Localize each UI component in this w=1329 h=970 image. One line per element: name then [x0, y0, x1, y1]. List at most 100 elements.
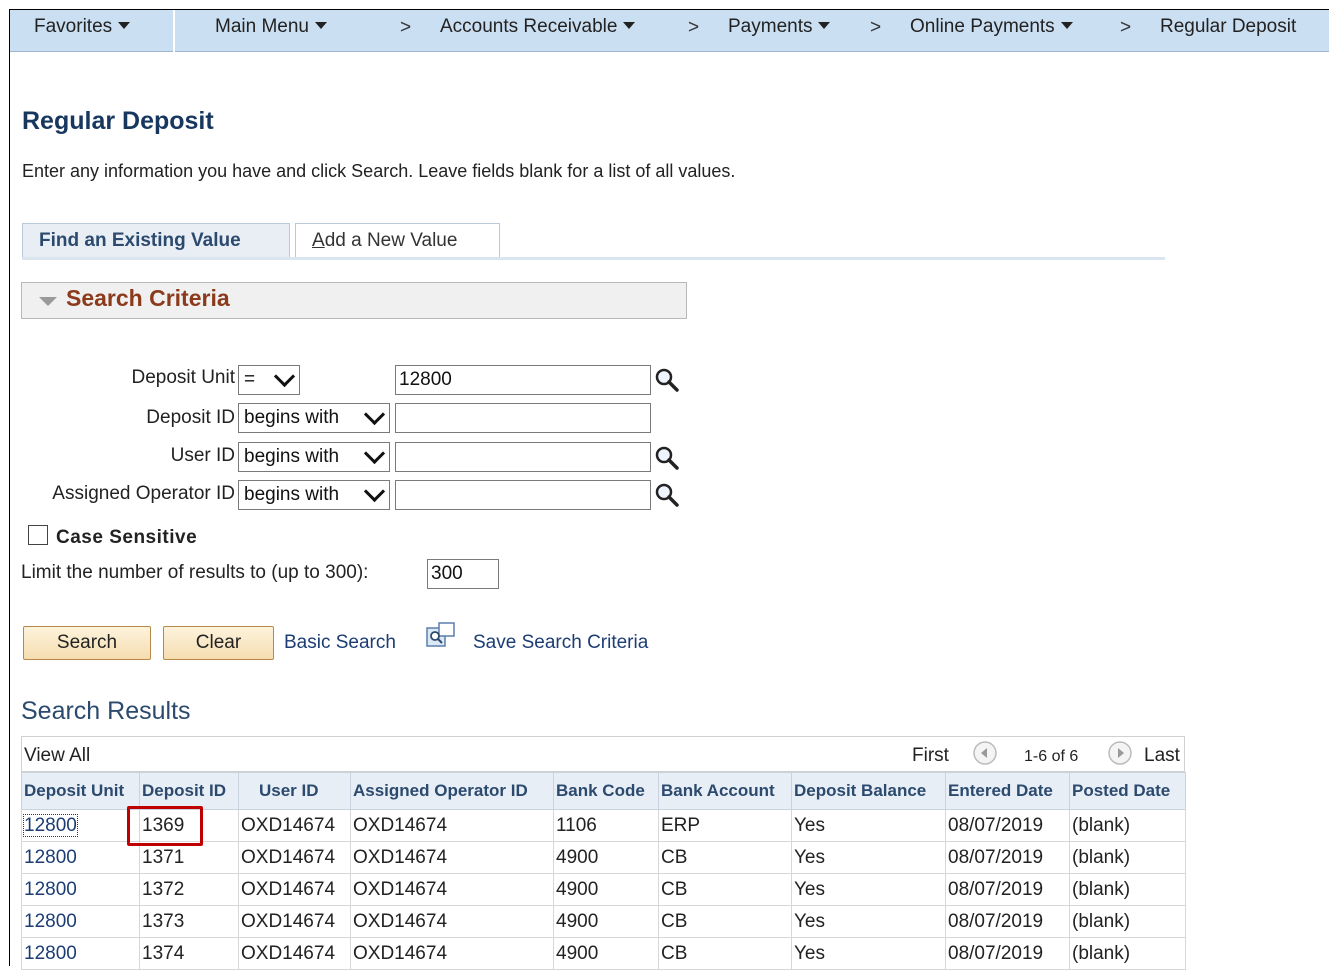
table-row[interactable]: 12800 1371 OXD14674 OXD14674 4900 CB Yes 08/07/…	[21, 841, 1186, 874]
nav-favorites[interactable]: Favorites	[34, 16, 131, 38]
focused-deposit-unit-link[interactable]: 12800	[23, 813, 78, 837]
table-row[interactable]: 12800 1372 OXD14674 OXD14674 4900 CB Yes 08/07/…	[21, 873, 1186, 906]
chevron-down-icon	[363, 442, 386, 465]
table-cell[interactable]: OXD14674	[238, 873, 351, 906]
table-cell[interactable]: 12800	[21, 873, 140, 906]
table-cell[interactable]: Yes	[791, 873, 946, 906]
table-cell[interactable]: OXD14674	[350, 841, 554, 874]
column-header[interactable]: Posted Date	[1069, 772, 1186, 810]
table-cell[interactable]: 4900	[553, 841, 659, 874]
table-cell[interactable]: 12800	[21, 809, 140, 842]
breadcrumb-separator: >	[400, 17, 412, 38]
table-cell[interactable]: (blank)	[1069, 937, 1186, 970]
table-cell[interactable]: 1374	[139, 937, 239, 970]
chevron-down-icon	[1060, 22, 1073, 29]
view-all-link[interactable]: View All	[24, 745, 90, 767]
table-cell[interactable]: 12800	[21, 937, 140, 970]
chevron-down-icon	[363, 480, 386, 503]
nav-regular-deposit[interactable]: Regular Deposit	[1160, 16, 1296, 38]
chevron-down-icon	[315, 22, 327, 29]
column-header[interactable]: Bank Code	[553, 772, 659, 810]
tab-add-new-value[interactable]: Add a New Value	[295, 223, 500, 258]
table-cell[interactable]: (blank)	[1069, 841, 1186, 874]
table-cell[interactable]: 1373	[139, 905, 239, 938]
case-sensitive-checkbox[interactable]	[28, 525, 48, 545]
table-cell[interactable]: CB	[658, 905, 792, 938]
table-cell[interactable]: CB	[658, 841, 792, 874]
table-cell[interactable]: 12800	[21, 905, 140, 938]
table-cell[interactable]: (blank)	[1069, 873, 1186, 906]
search-button[interactable]: Search	[23, 626, 151, 660]
table-cell[interactable]: OXD14674	[238, 937, 351, 970]
table-cell[interactable]: Yes	[791, 905, 946, 938]
table-cell[interactable]: 08/07/2019	[945, 937, 1070, 970]
column-header[interactable]: User ID	[238, 772, 351, 810]
deposit-unit-input[interactable]: 12800	[395, 365, 651, 395]
table-cell[interactable]: 4900	[553, 937, 659, 970]
table-cell[interactable]: OXD14674	[238, 809, 351, 842]
table-cell[interactable]: 08/07/2019	[945, 841, 1070, 874]
table-cell[interactable]: ERP	[658, 809, 792, 842]
column-header[interactable]: Assigned Operator ID	[350, 772, 554, 810]
table-cell[interactable]: 1369	[139, 809, 239, 842]
deposit-id-operator-select[interactable]: begins with	[238, 403, 390, 433]
deposit-id-label: Deposit ID	[146, 407, 235, 428]
table-cell[interactable]: 4900	[553, 905, 659, 938]
save-search-criteria-link[interactable]: Save Search Criteria	[473, 632, 648, 654]
lookup-search-icon[interactable]	[654, 367, 680, 393]
table-cell[interactable]: Yes	[791, 809, 946, 842]
column-header[interactable]: Deposit ID	[139, 772, 239, 810]
lookup-search-icon[interactable]	[654, 482, 680, 508]
column-header[interactable]: Entered Date	[945, 772, 1070, 810]
table-row[interactable]: 12800 1369 OXD14674 OXD14674 1106 ERP Yes 08/07…	[21, 809, 1186, 842]
table-cell[interactable]: OXD14674	[350, 905, 554, 938]
table-row[interactable]: 12800 1373 OXD14674 OXD14674 4900 CB Yes 08/07/…	[21, 905, 1186, 938]
next-arrow-icon[interactable]	[1107, 740, 1133, 766]
table-cell[interactable]: OXD14674	[238, 905, 351, 938]
table-cell[interactable]: OXD14674	[238, 841, 351, 874]
nav-accounts-receivable[interactable]: Accounts Receivable	[440, 16, 636, 38]
instructions-text: Enter any information you have and click…	[22, 161, 736, 181]
nav-divider	[173, 10, 175, 52]
save-search-icon[interactable]	[426, 622, 456, 650]
table-cell[interactable]: 08/07/2019	[945, 873, 1070, 906]
assigned-operator-operator-select[interactable]: begins with	[238, 480, 390, 510]
table-cell[interactable]: Yes	[791, 841, 946, 874]
assigned-operator-id-input[interactable]	[395, 480, 651, 510]
tab-find-existing-value[interactable]: Find an Existing Value	[22, 223, 290, 258]
column-header[interactable]: Deposit Unit	[21, 772, 140, 810]
table-row[interactable]: 12800 1374 OXD14674 OXD14674 4900 CB Yes 08/07/…	[21, 937, 1186, 970]
table-cell[interactable]: OXD14674	[350, 937, 554, 970]
nav-main-menu[interactable]: Main Menu	[215, 16, 327, 38]
table-cell[interactable]: 12800	[21, 841, 140, 874]
user-id-input[interactable]	[395, 442, 651, 472]
nav-payments[interactable]: Payments	[728, 16, 831, 38]
deposit-id-input[interactable]	[395, 403, 651, 433]
column-header[interactable]: Bank Account	[658, 772, 792, 810]
basic-search-link[interactable]: Basic Search	[284, 632, 396, 654]
table-cell[interactable]: 1372	[139, 873, 239, 906]
column-header[interactable]: Deposit Balance	[791, 772, 946, 810]
table-cell[interactable]: 1371	[139, 841, 239, 874]
clear-button[interactable]: Clear	[163, 626, 274, 660]
table-cell[interactable]: OXD14674	[350, 809, 554, 842]
user-id-operator-select[interactable]: begins with	[238, 442, 390, 472]
lookup-search-icon[interactable]	[654, 445, 680, 471]
breadcrumb-separator: >	[1120, 17, 1132, 38]
table-cell[interactable]: CB	[658, 873, 792, 906]
nav-online-payments[interactable]: Online Payments	[910, 16, 1073, 38]
deposit-unit-operator-select[interactable]: =	[238, 365, 300, 395]
table-cell[interactable]: OXD14674	[350, 873, 554, 906]
table-cell[interactable]: 08/07/2019	[945, 809, 1070, 842]
table-cell[interactable]: 4900	[553, 873, 659, 906]
table-cell[interactable]: (blank)	[1069, 905, 1186, 938]
table-cell[interactable]: 1106	[553, 809, 659, 842]
assigned-operator-id-label: Assigned Operator ID	[52, 483, 235, 504]
table-cell[interactable]: (blank)	[1069, 809, 1186, 842]
search-criteria-header[interactable]: Search Criteria	[21, 282, 687, 319]
limit-results-input[interactable]: 300	[427, 559, 499, 589]
previous-arrow-icon[interactable]	[972, 740, 998, 766]
table-cell[interactable]: CB	[658, 937, 792, 970]
table-cell[interactable]: 08/07/2019	[945, 905, 1070, 938]
table-cell[interactable]: Yes	[791, 937, 946, 970]
